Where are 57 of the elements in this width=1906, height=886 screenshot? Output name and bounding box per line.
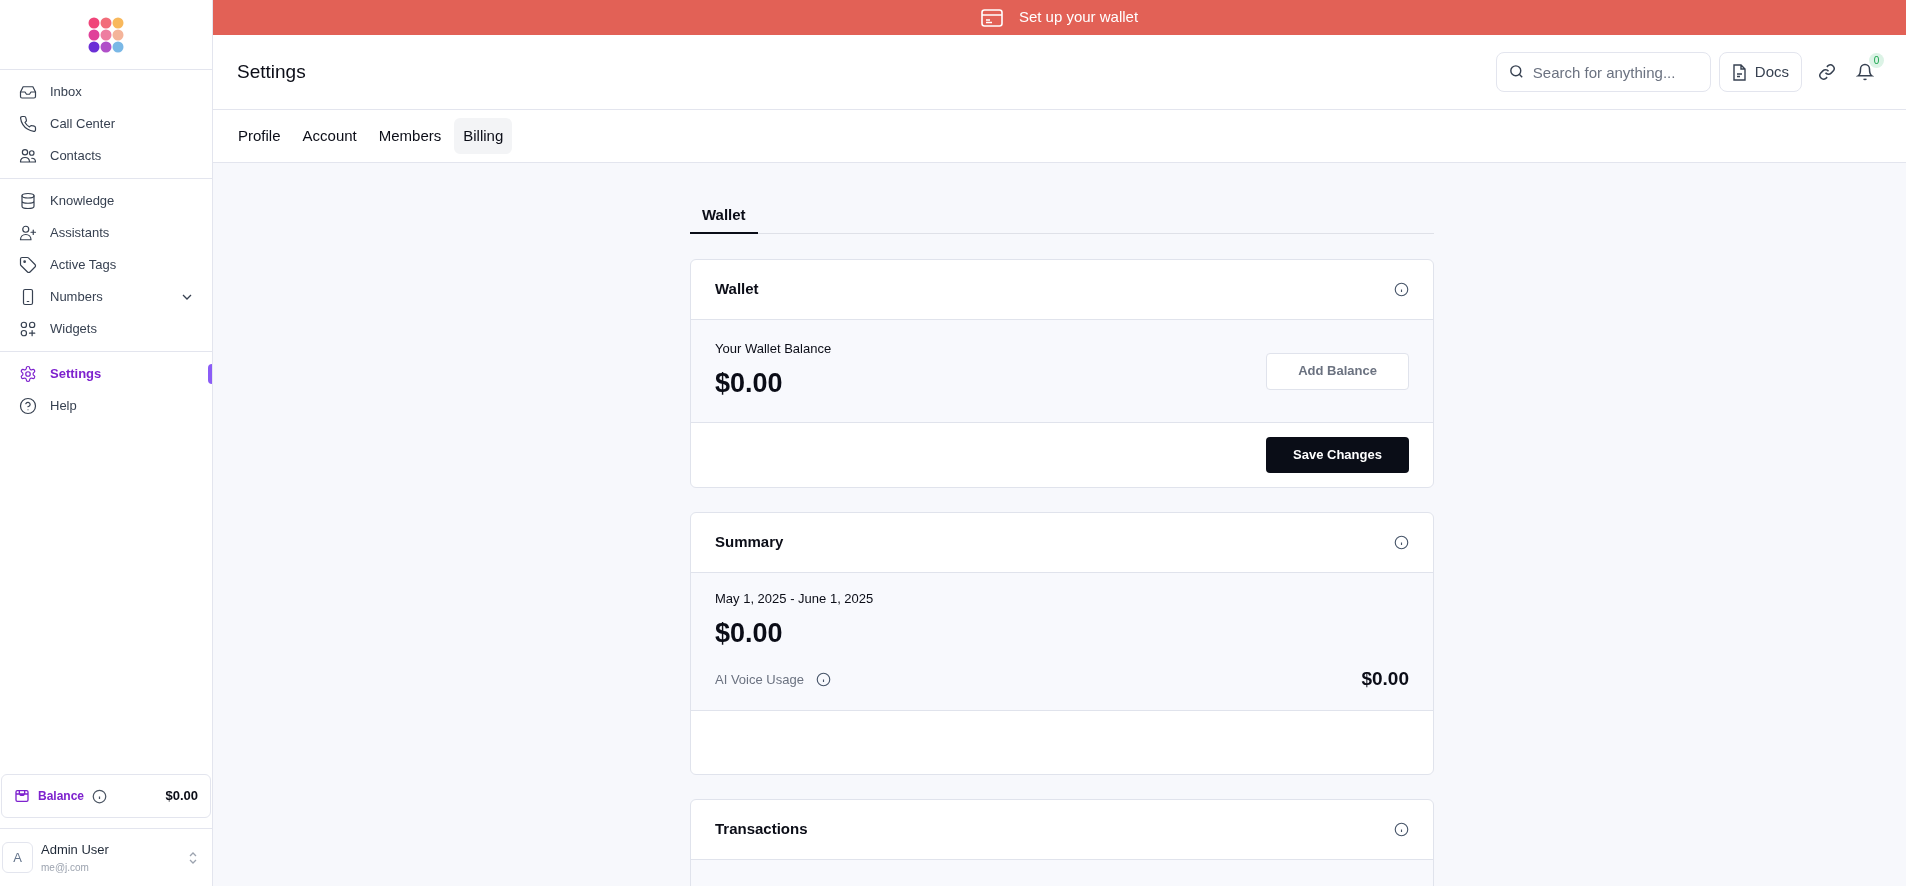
sidebar-item[interactable]: Numbers	[0, 281, 212, 313]
tag-icon	[19, 256, 37, 274]
active-indicator	[208, 364, 212, 384]
sidebar-item[interactable]: Settings	[0, 358, 212, 390]
sidebar-item[interactable]: Active Tags	[0, 249, 212, 281]
shapes-icon	[19, 320, 37, 338]
tab[interactable]: Members	[369, 118, 451, 154]
card-title: Transactions	[715, 819, 809, 840]
phone-icon	[19, 115, 37, 133]
user-email: me@j.com	[41, 860, 90, 875]
inbox-icon	[19, 83, 37, 101]
docs-button[interactable]: Docs	[1718, 52, 1802, 92]
user-plus-icon	[19, 224, 37, 242]
sidebar-item[interactable]: Contacts	[0, 140, 212, 172]
info-icon[interactable]	[1394, 535, 1409, 550]
balance-label: Your Wallet Balance	[715, 340, 833, 358]
sidebar-item[interactable]: Help	[0, 390, 212, 422]
tab[interactable]: Billing	[454, 118, 513, 154]
add-balance-button[interactable]: Add Balance	[1266, 352, 1409, 390]
info-icon[interactable]	[1394, 822, 1409, 837]
logo-icon	[88, 16, 124, 53]
user-avatar: A	[2, 842, 33, 873]
link-icon[interactable]	[1818, 63, 1836, 81]
wallet-icon	[14, 788, 30, 804]
balance-amount: $0.00	[715, 366, 784, 400]
people-icon	[19, 147, 37, 165]
tab[interactable]: Profile	[229, 118, 290, 154]
sidebar-item[interactable]: Call Center	[0, 108, 212, 140]
sidebar-item[interactable]: Inbox	[0, 76, 212, 108]
tab[interactable]: Wallet	[690, 198, 758, 234]
total-amount: $0.00	[715, 616, 784, 650]
balance-label: Balance	[38, 788, 85, 805]
balance-amount: $0.00	[165, 787, 198, 806]
save-changes-button[interactable]: Save Changes	[1266, 437, 1409, 473]
usage-amount: $0.00	[1361, 667, 1409, 692]
page-title: Settings	[237, 59, 307, 84]
card-icon	[980, 8, 1003, 27]
user-name: Admin User	[41, 841, 110, 860]
help-icon	[19, 397, 37, 415]
database-icon	[19, 192, 37, 210]
sidebar-item[interactable]: Assistants	[0, 217, 212, 249]
info-icon[interactable]	[815, 672, 831, 687]
bell-icon[interactable]	[1856, 63, 1874, 81]
tab[interactable]: Account	[293, 118, 366, 154]
sidebar-item[interactable]: Widgets	[0, 313, 212, 345]
period-label: May 1, 2025 - June 1, 2025	[715, 590, 875, 609]
search-field[interactable]: Search for anything...	[1495, 52, 1711, 92]
settings-icon	[19, 365, 37, 383]
sidebar-item[interactable]: Knowledge	[0, 185, 212, 217]
search-icon	[1507, 63, 1525, 80]
card-title: Summary	[715, 532, 785, 553]
notification-badge: 0	[1869, 53, 1884, 68]
info-icon	[92, 788, 108, 804]
card-title: Wallet	[715, 279, 760, 300]
usage-label: AI Voice Usage	[715, 670, 804, 689]
document-icon	[1731, 63, 1747, 81]
info-icon[interactable]	[1394, 282, 1409, 297]
